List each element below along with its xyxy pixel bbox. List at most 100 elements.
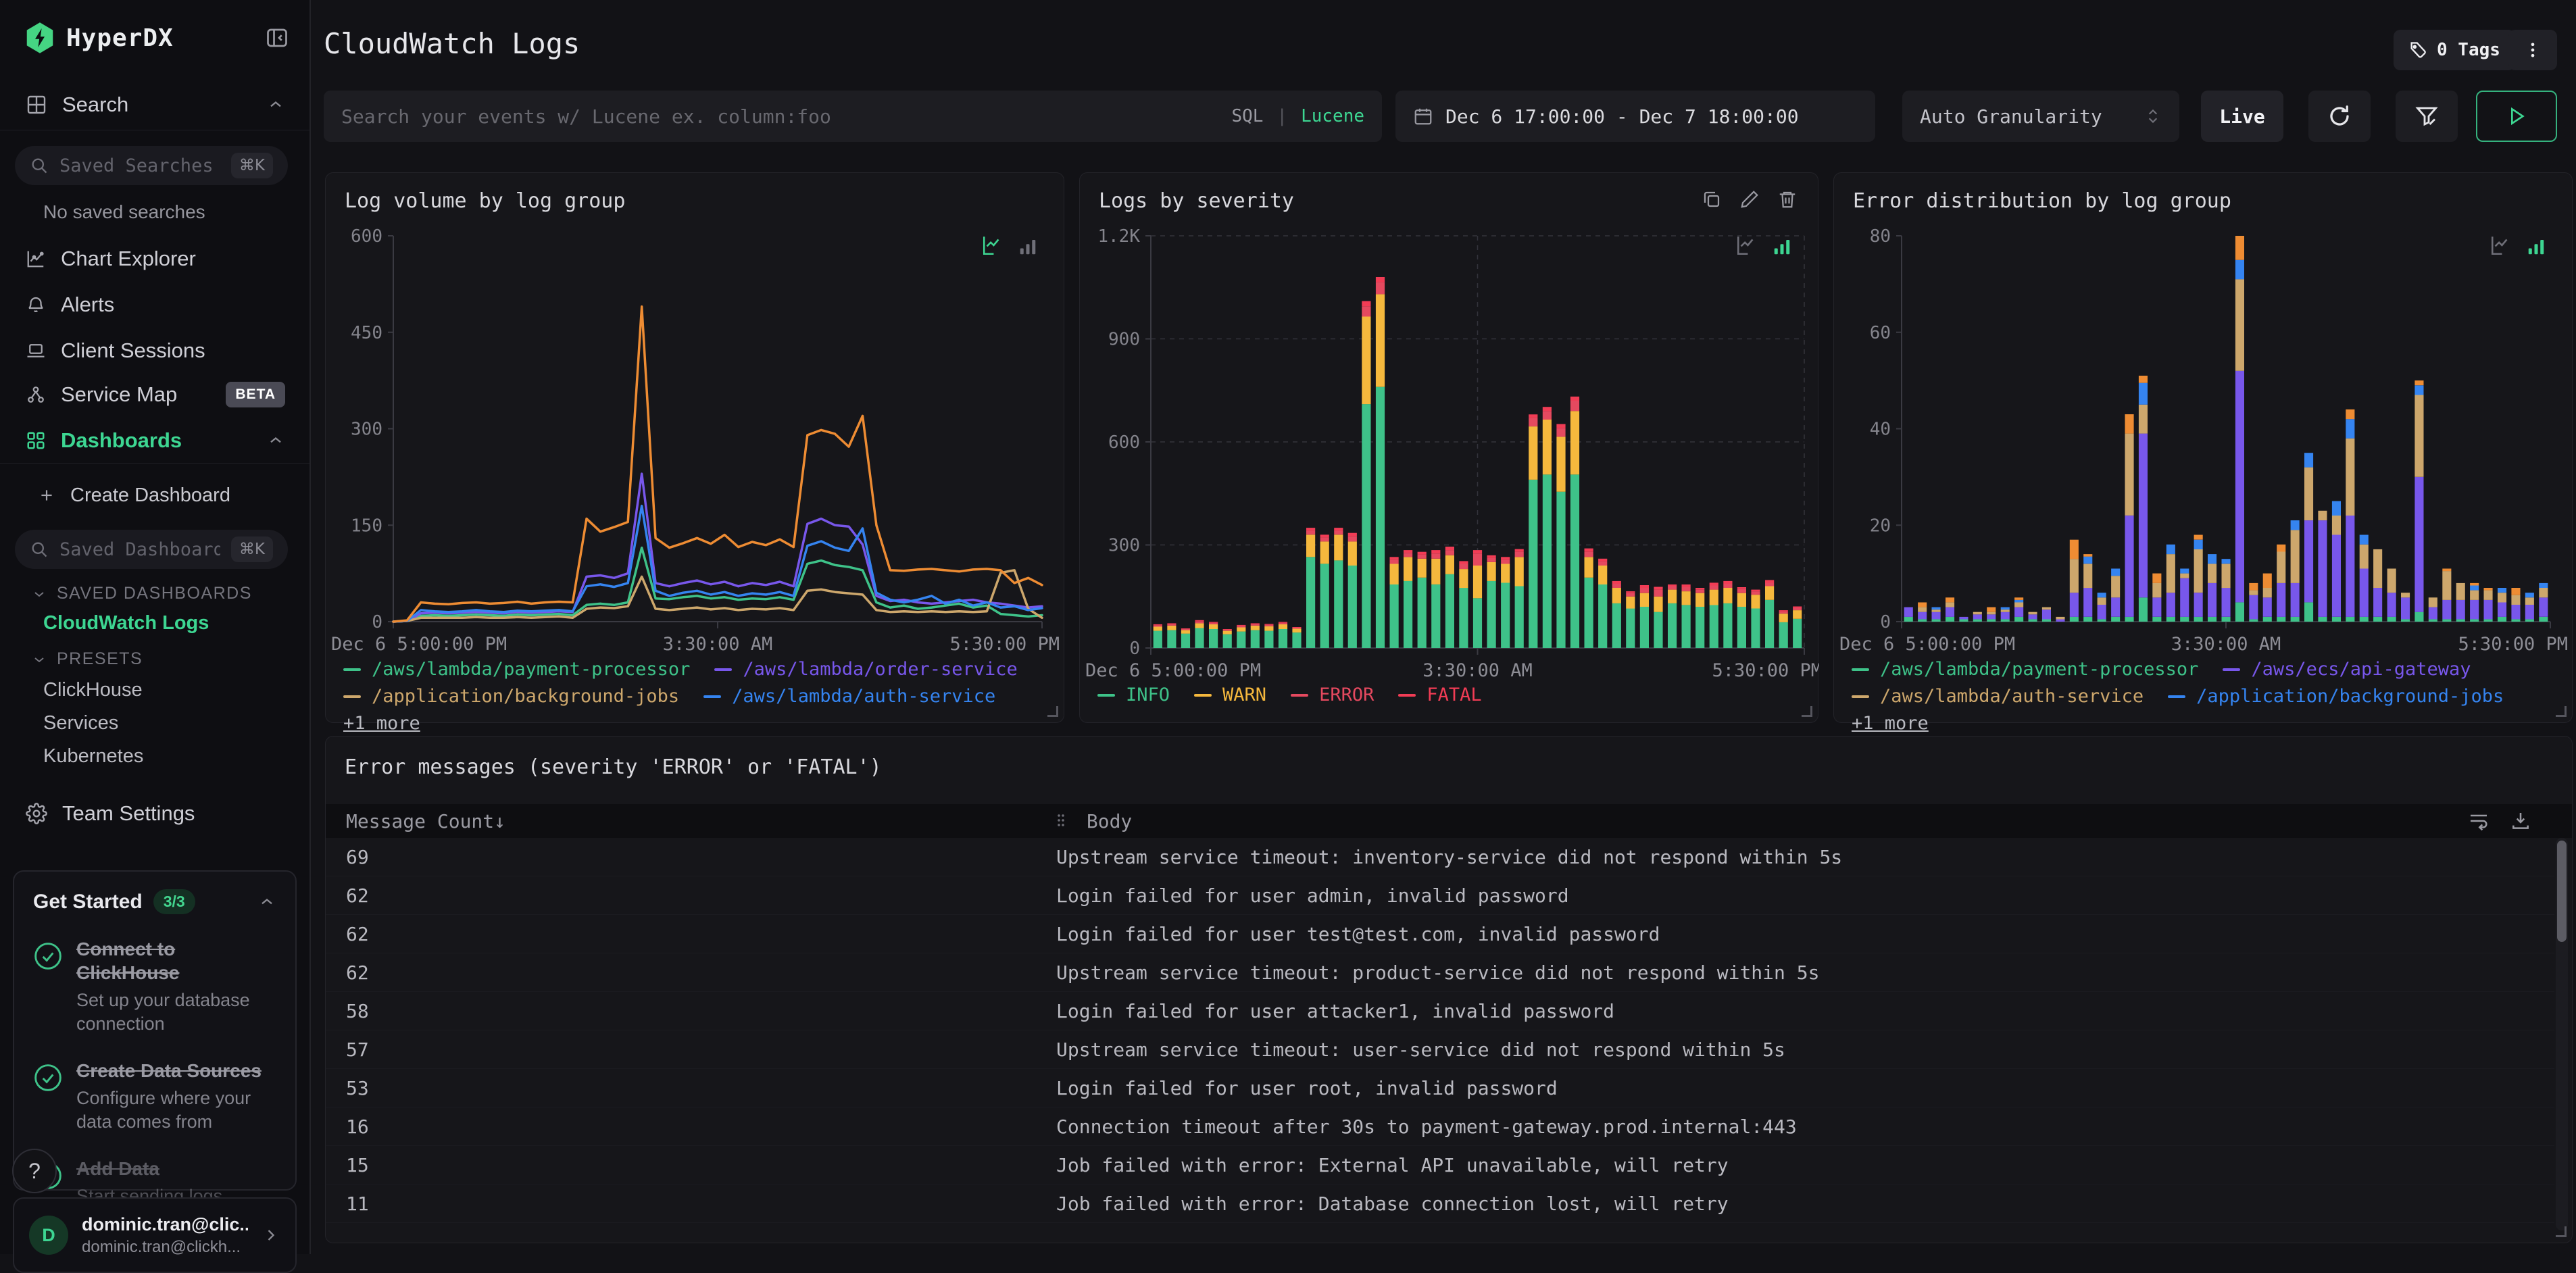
legend-item[interactable]: /aws/lambda/order-service <box>714 658 1018 681</box>
wrap-text-icon[interactable] <box>2468 810 2490 832</box>
live-button[interactable]: Live <box>2201 91 2283 142</box>
saved-dashboards-input[interactable]: ⌘K <box>15 530 288 569</box>
table-row[interactable]: 69 Upstream service timeout: inventory-se… <box>326 838 2554 876</box>
legend-more-link[interactable]: +1 more <box>1852 712 1929 735</box>
sidebar-item-client-sessions[interactable]: Client Sessions <box>0 331 311 370</box>
body-cell: Login failed for user admin, invalid pas… <box>1056 884 1569 907</box>
event-search-input[interactable] <box>341 105 1218 128</box>
sidebar-item-services[interactable]: Services <box>43 712 118 734</box>
table-row[interactable]: 53 Login failed for user root, invalid pa… <box>326 1069 2554 1107</box>
bar-mode-icon[interactable] <box>2526 236 2546 257</box>
line-mode-icon[interactable] <box>1735 234 1758 257</box>
count-cell: 62 <box>346 884 369 907</box>
chevron-up-icon[interactable] <box>257 893 276 912</box>
table-row[interactable]: 62 Upstream service timeout: product-serv… <box>326 953 2554 992</box>
legend-more-link[interactable]: +1 more <box>343 712 420 735</box>
sidebar-item-team-settings[interactable]: Team Settings <box>0 794 311 833</box>
svg-text:Dec 6 5:00:00 PM: Dec 6 5:00:00 PM <box>331 634 507 655</box>
user-email: dominic.tran@clickh... <box>82 1237 241 1256</box>
table-row[interactable]: 62 Login failed for user admin, invalid p… <box>326 876 2554 915</box>
bar-mode-icon[interactable] <box>1772 236 1792 257</box>
table-row[interactable]: 11 Job failed with error: Database connec… <box>326 1184 2554 1223</box>
svg-text:5:30:00 PM: 5:30:00 PM <box>949 634 1060 655</box>
svg-text:Dec 6 5:00:00 PM: Dec 6 5:00:00 PM <box>1839 634 2015 655</box>
sidebar-item-kubernetes[interactable]: Kubernetes <box>43 745 143 768</box>
legend-item[interactable]: /aws/ecs/api-gateway <box>2223 658 2471 681</box>
sql-mode-toggle[interactable]: SQL <box>1231 106 1263 126</box>
svg-text:900: 900 <box>1108 330 1140 350</box>
legend-item[interactable]: /aws/lambda/auth-service <box>703 685 995 708</box>
line-mode-icon[interactable] <box>2490 234 2512 257</box>
svg-text:450: 450 <box>351 323 382 343</box>
sidebar-item-dashboards[interactable]: Dashboards <box>0 421 311 460</box>
saved-searches-input[interactable]: ⌘K <box>15 146 288 185</box>
drag-handle-icon[interactable] <box>1056 813 1066 828</box>
saved-searches-field[interactable] <box>59 155 220 176</box>
table-row[interactable]: 16 Connection timeout after 30s to paymen… <box>326 1107 2554 1146</box>
section-label: SAVED DASHBOARDS <box>57 584 252 603</box>
sidebar-item-service-map[interactable]: Service Map BETA <box>0 375 311 414</box>
legend-item[interactable]: /aws/lambda/payment-processor <box>343 658 690 681</box>
bar-mode-icon[interactable] <box>1018 236 1038 257</box>
duplicate-icon[interactable] <box>1702 189 1722 209</box>
run-query-button[interactable] <box>2476 91 2557 142</box>
chevron-up-icon[interactable] <box>266 431 285 450</box>
get-started-step[interactable]: Connect to ClickHouse Set up your databa… <box>33 937 276 1036</box>
user-menu[interactable]: D dominic.tran@clic... dominic.tran@clic… <box>13 1197 297 1273</box>
table-row[interactable]: 15 Job failed with error: External API un… <box>326 1146 2554 1184</box>
table-scrollbar[interactable] <box>2556 838 2568 1230</box>
table-row[interactable]: 58 Login failed for user attacker1, inval… <box>326 992 2554 1030</box>
legend-item[interactable]: WARN <box>1194 684 1266 707</box>
legend-item[interactable]: /application/background-jobs <box>343 685 679 708</box>
chevron-up-icon[interactable] <box>266 95 285 114</box>
filter-button[interactable] <box>2396 91 2458 142</box>
gear-icon <box>26 803 47 824</box>
legend-item[interactable]: /aws/lambda/payment-processor <box>1852 658 2198 681</box>
kebab-menu-button[interactable] <box>2508 30 2557 70</box>
sidebar-item-alerts[interactable]: Alerts <box>0 285 311 324</box>
legend-item[interactable]: /application/background-jobs <box>2168 685 2504 708</box>
edit-icon[interactable] <box>1739 189 1760 209</box>
sidebar-item-label: Service Map <box>61 382 178 406</box>
legend-item[interactable]: FATAL <box>1398 684 1482 707</box>
help-button[interactable]: ? <box>12 1149 57 1193</box>
sidebar-item-search[interactable]: Search <box>0 85 311 124</box>
lucene-mode-toggle[interactable]: Lucene <box>1301 106 1364 126</box>
presets-section[interactable]: PRESETS <box>31 649 143 669</box>
time-range-picker[interactable]: Dec 6 17:00:00 - Dec 7 18:00:00 <box>1395 91 1875 142</box>
column-message-count[interactable]: Message Count↓ <box>326 810 1056 832</box>
create-dashboard-button[interactable]: Create Dashboard <box>0 476 311 515</box>
resize-handle[interactable] <box>2556 706 2567 717</box>
sidebar-item-cloudwatch-logs[interactable]: CloudWatch Logs <box>43 612 209 634</box>
saved-dashboards-section[interactable]: SAVED DASHBOARDS <box>31 584 252 603</box>
delete-icon[interactable] <box>1777 189 1798 209</box>
table-row[interactable]: 57 Upstream service timeout: user-service… <box>326 1030 2554 1069</box>
resize-handle[interactable] <box>1047 706 1058 717</box>
count-cell: 57 <box>346 1038 369 1061</box>
table-row[interactable]: 62 Login failed for user test@test.com, i… <box>326 915 2554 953</box>
refresh-button[interactable] <box>2308 91 2371 142</box>
resize-handle[interactable] <box>1802 706 1812 717</box>
tags-button[interactable]: 0 Tags <box>2394 30 2515 70</box>
sidebar: HyperDX Search ⌘K No saved searches Char… <box>0 0 311 1273</box>
saved-dashboards-field[interactable] <box>59 539 220 560</box>
sidebar-item-clickhouse[interactable]: ClickHouse <box>43 679 143 701</box>
get-started-step[interactable]: Create Data Sources Configure where your… <box>33 1059 276 1134</box>
sidebar-collapse-icon[interactable] <box>265 26 289 50</box>
avatar: D <box>29 1216 68 1255</box>
granularity-select[interactable]: Auto Granularity <box>1902 91 2179 142</box>
event-search-box[interactable]: SQL | Lucene <box>324 91 1382 142</box>
resize-handle[interactable] <box>2556 1226 2567 1237</box>
line-mode-icon[interactable] <box>981 234 1004 257</box>
download-icon[interactable] <box>2510 810 2531 832</box>
legend-item[interactable]: ERROR <box>1291 684 1374 707</box>
sidebar-item-label: Alerts <box>61 293 115 316</box>
sidebar-item-chart-explorer[interactable]: Chart Explorer <box>0 239 311 278</box>
tag-icon <box>2408 41 2427 59</box>
legend-item[interactable]: INFO <box>1097 684 1170 707</box>
legend-item[interactable]: /aws/lambda/auth-service <box>1852 685 2144 708</box>
panel-title: Logs by severity <box>1099 189 1294 213</box>
browse-grid-icon <box>26 94 47 116</box>
scrollbar-thumb[interactable] <box>2557 841 2567 942</box>
column-body[interactable]: Body <box>1056 810 2468 832</box>
